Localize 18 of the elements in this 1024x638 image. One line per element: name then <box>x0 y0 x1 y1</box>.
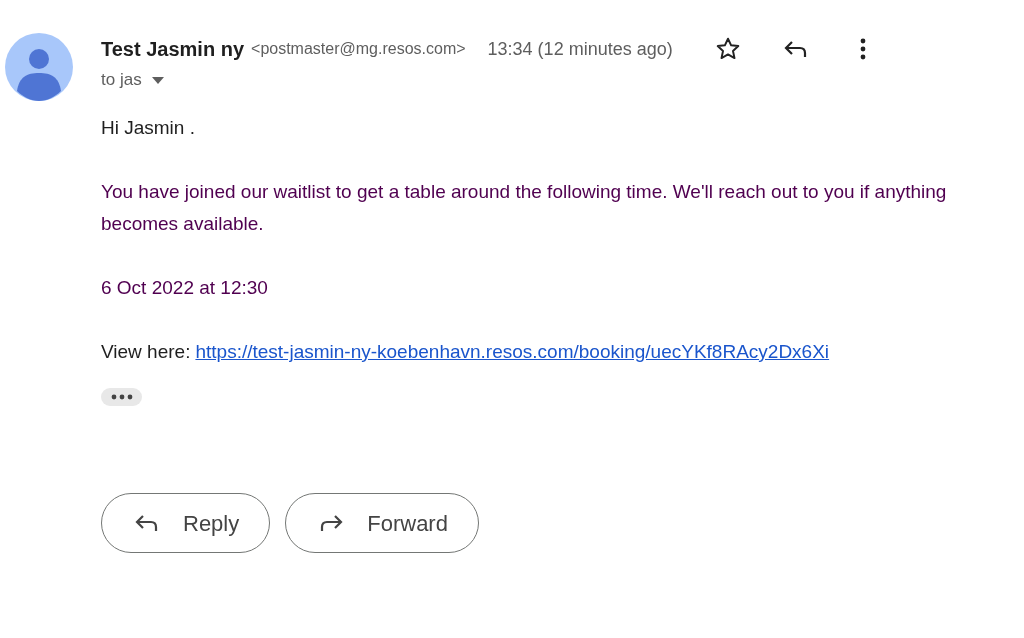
greeting-text: Hi Jasmin . <box>101 116 196 140</box>
dropdown-caret-icon[interactable] <box>151 76 164 84</box>
sender-name: Test Jasmin ny <box>101 37 245 62</box>
booking-link[interactable]: https://test-jasmin-ny-koebenhavn.resos.com/booking/uecYKf8RAcy2Dx6Xi <box>195 336 830 368</box>
sender-address: <postmaster@mg.resos.com> <box>251 39 466 59</box>
star-icon <box>714 36 741 62</box>
message-text: You have joined our waitlist to get a table around the following time. We'll reach out to you if anything becomes available. <box>101 180 948 236</box>
booking-date: 6 Oct 2022 at 12:30 <box>101 276 269 300</box>
show-trimmed-content-button[interactable] <box>101 388 142 406</box>
link-label: View here: <box>101 340 191 364</box>
avatar-icon <box>5 33 73 101</box>
message-time: 13:34 (12 minutes ago) <box>487 37 673 61</box>
ellipsis-icon <box>110 394 133 400</box>
recipient-label: to jas <box>101 69 142 92</box>
reply-icon <box>783 39 808 59</box>
forward-icon <box>319 513 344 533</box>
kebab-icon <box>859 38 866 60</box>
reply-icon <box>135 513 159 533</box>
